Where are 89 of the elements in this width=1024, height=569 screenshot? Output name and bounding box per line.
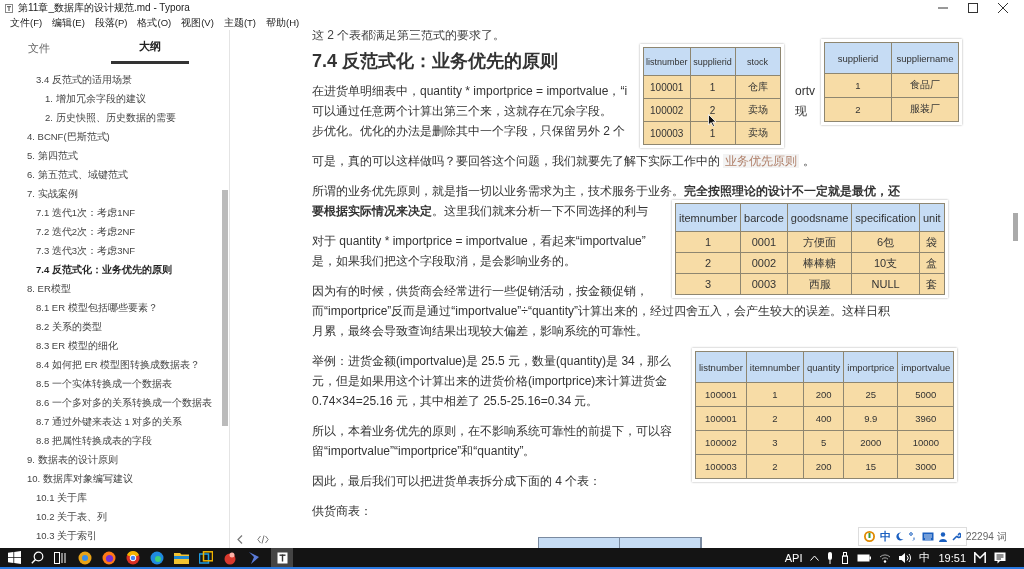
outline-item[interactable]: 7.2 迭代2次：考虑2NF	[0, 222, 229, 241]
outline-item[interactable]: 7.3 迭代3次：考虑3NF	[0, 241, 229, 260]
text-line: 供货商表：	[312, 504, 372, 518]
outline-item[interactable]: 8.6 一个多对多的关系转换成一个数据表	[0, 393, 229, 412]
column-header: suppliername	[891, 42, 959, 74]
table-cell: 1	[675, 231, 741, 253]
outline-item[interactable]: 8.4 如何把 ER 模型图转换成数据表？	[0, 355, 229, 374]
sidebar-tab[interactable]: 文件	[0, 30, 91, 64]
outline-item[interactable]: 3.4 反范式的适用场景	[0, 70, 229, 89]
outline-item[interactable]: 10.1 关于库	[0, 488, 229, 507]
outline-item[interactable]: 5. 第四范式	[0, 146, 229, 165]
table-cell: 2	[675, 252, 741, 274]
outline-item[interactable]: 10.3 关于索引	[0, 526, 229, 545]
text-line: 对于 quantity * importprice = importvalue，看起来“importvalue”	[312, 234, 646, 248]
outline-item[interactable]: 8. ER模型	[0, 279, 229, 298]
menu-item[interactable]: 编辑(E)	[52, 16, 85, 30]
sidebar-tab[interactable]: 大纲	[110, 30, 189, 64]
input-mode-indicator[interactable]: 中	[919, 550, 931, 565]
text-line: 在进货单明细表中，quantity * importprice = importvalue，“i	[312, 83, 628, 100]
text-line: 元，但是如果用这个计算出来的进货价格(importprice)来计算进货金	[312, 374, 668, 388]
menu-item[interactable]: 帮助(H)	[266, 16, 300, 30]
column-header: goodsname	[787, 203, 852, 232]
text-line: 所以，本着业务优先的原则，在不影响系统可靠性的前提下，可以容	[312, 424, 672, 438]
text-line: 可是，真的可以这样做吗？要回答这个问题，我们就要先了解下实际工作中的 业务优先原则 。	[312, 154, 815, 168]
column-header: itemnumber	[675, 203, 741, 232]
section-heading: 7.4 反范式化：业务优先的原则	[312, 50, 559, 73]
table-cell: 100002	[695, 430, 747, 455]
text-line: 是，如果我们把这个字段取消，是会影响业务的。	[312, 254, 576, 268]
window-title: 第11章_数据库的设计规范.md - Typora	[18, 1, 191, 15]
table-cell: 100001	[695, 382, 747, 407]
menu-item[interactable]: 段落(P)	[94, 16, 128, 30]
clock[interactable]: 19:51	[938, 551, 966, 564]
text-fragment: ortv	[795, 83, 815, 100]
column-header: quantity	[803, 351, 844, 383]
tray-label[interactable]: API	[784, 551, 803, 564]
outline-item[interactable]: 4. BCNF(巴斯范式)	[0, 127, 229, 146]
outline-item[interactable]: 1. 增加冗余字段的建议	[0, 89, 229, 108]
table-cell: 100001	[695, 406, 747, 431]
outline-item[interactable]: 8.5 一个实体转换成一个数据表	[0, 374, 229, 393]
text-line: 月累，最终会导致查询结果出现较大偏差，影响系统的可靠性。	[312, 324, 648, 338]
table-cell: 1	[824, 73, 892, 98]
column-header: listnumber	[695, 351, 747, 383]
table-cell: 100002	[643, 98, 690, 122]
table-cell: 100001	[643, 75, 690, 99]
text-line: 因此，最后我们可以把进货单表拆分成下面的 4 个表：	[312, 474, 602, 488]
outline-item[interactable]: 8.7 通过外键来表达 1 对多的关系	[0, 412, 229, 431]
outline-item[interactable]: 8.2 关系的类型	[0, 317, 229, 336]
text-line: 所谓的业务优先原则，就是指一切以业务需求为主，技术服务于业务。完全按照理论的设计不一定就是最优，还	[312, 184, 900, 198]
column-header: importvalue	[897, 351, 954, 383]
menu-item[interactable]: 视图(V)	[181, 16, 214, 30]
ime-mode-label[interactable]: 中	[880, 529, 891, 544]
text-line: 因为有的时候，供货商会经常进行一些促销活动，按金额促销，	[312, 284, 648, 298]
outline-item[interactable]: 6. 第五范式、域键范式	[0, 165, 229, 184]
word-count: 22294 词	[966, 530, 1007, 544]
column-header: unit	[919, 203, 945, 232]
outline-item[interactable]: 8.8 把属性转换成表的字段	[0, 431, 229, 450]
table-cell: 100003	[695, 454, 747, 479]
column-header: itemnumber	[746, 351, 804, 383]
column-header: specification	[851, 203, 920, 232]
outline-item[interactable]: 7. 实战案例	[0, 184, 229, 203]
column-header: stock	[735, 47, 780, 76]
text-fragment: 现	[795, 103, 807, 120]
menu-item[interactable]: 文件(F)	[10, 16, 43, 30]
column-header: listnumber	[643, 47, 690, 76]
menu-item[interactable]: 主题(T)	[223, 16, 256, 30]
ime-toolbar[interactable]: 中	[858, 527, 967, 546]
text-line: 而“importprice”反而是通过“importvalue”÷“quantity”计算出来的，经过四舍五入，会产生较大的误差。这样日积	[312, 304, 890, 318]
table-cell: 3	[675, 273, 741, 295]
table-cell: 2	[824, 97, 892, 122]
text-line: 可以通过任意两个计算出第三个来，这就存在冗余字段。	[312, 103, 612, 120]
text-line: 0.74×34=25.16 元，其中相差了 25.5-25.16=0.34 元。	[312, 394, 599, 408]
menu-item[interactable]: 格式(O)	[137, 16, 172, 30]
outline-item[interactable]: 9. 数据表的设计原则	[0, 450, 229, 469]
column-header: barcode	[740, 203, 788, 232]
outline-item[interactable]: 2. 历史快照、历史数据的需要	[0, 108, 229, 127]
table-cell: 100003	[643, 121, 690, 145]
outline-item[interactable]: 7.1 迭代1次：考虑1NF	[0, 203, 229, 222]
text-line: 步优化。优化的办法是删除其中一个字段，只保留另外 2 个	[312, 124, 626, 138]
column-header: supplierid	[824, 42, 892, 74]
outline-item[interactable]: 8.3 ER 模型的细化	[0, 336, 229, 355]
text-line: 要根据实际情况来决定。这里我们就来分析一下不同选择的利与	[312, 204, 648, 218]
outline-item[interactable]: 8.1 ER 模型包括哪些要素？	[0, 298, 229, 317]
outline-item[interactable]: 10.2 关于表、列	[0, 507, 229, 526]
column-header: supplierid	[690, 47, 735, 76]
outline-item[interactable]: 10. 数据库对象编写建议	[0, 469, 229, 488]
outline-item[interactable]: 7.4 反范式化：业务优先的原则	[0, 260, 229, 279]
column-header: importprice	[843, 351, 898, 383]
text-line: 留“importvalue”“importprice”和“quantity”。	[312, 444, 536, 458]
text-line: 举例：进货金额(importvalue)是 25.5 元，数量(quantity)是 34，那么	[312, 354, 671, 368]
